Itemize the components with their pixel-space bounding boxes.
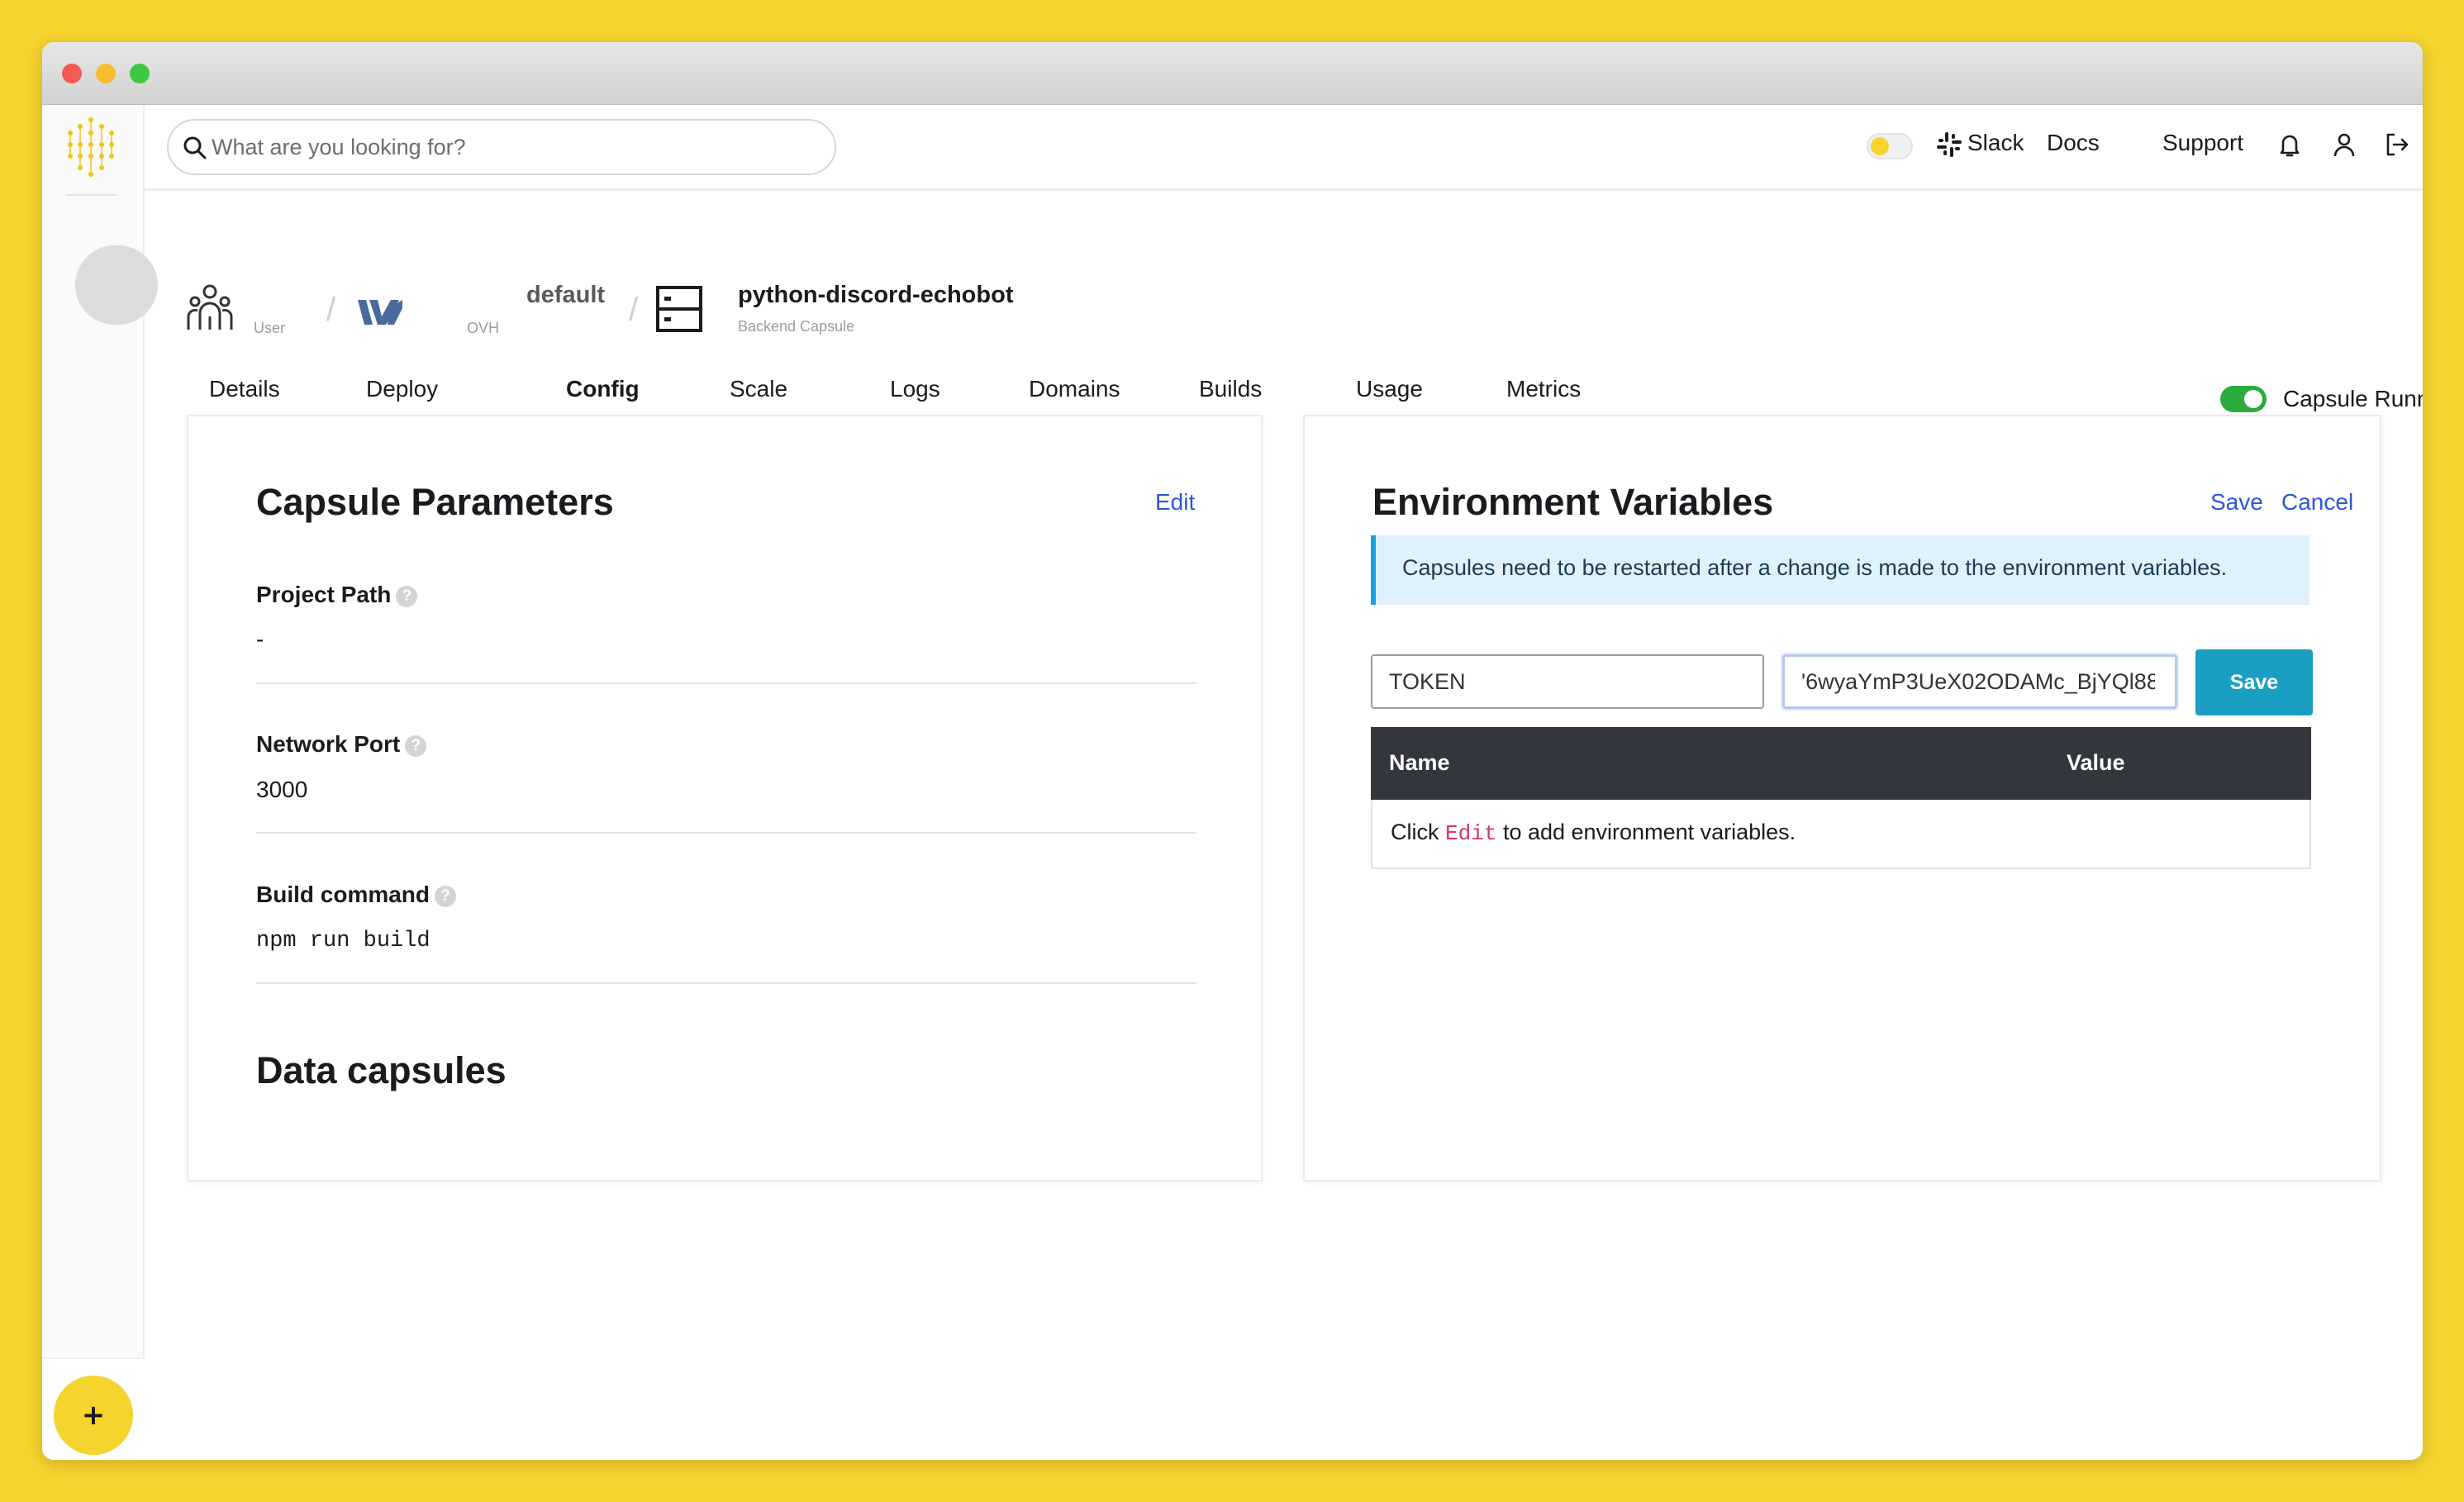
env-table: Name Value Click Edit to add environment…: [1371, 727, 2311, 869]
data-capsules-title: Data capsules: [256, 1049, 507, 1091]
server-icon: [656, 286, 702, 332]
network-port-label: Network Port?: [256, 731, 427, 758]
breadcrumb-user-label: User: [254, 320, 286, 336]
search-icon: [183, 136, 207, 159]
restart-notice-text: Capsules need to be restarted after a ch…: [1402, 555, 2228, 580]
tab-builds[interactable]: Builds: [1199, 376, 1262, 402]
ovh-logo-icon[interactable]: [356, 297, 404, 330]
cancel-env-link[interactable]: Cancel: [2281, 489, 2353, 516]
tab-deploy[interactable]: Deploy: [366, 376, 438, 402]
build-command-label-text: Build command: [256, 882, 430, 907]
tab-config[interactable]: Config: [566, 376, 640, 402]
capsule-running-toggle[interactable]: [2220, 386, 2267, 412]
team-icon[interactable]: [186, 283, 234, 333]
add-capsule-button[interactable]: +: [54, 1376, 133, 1455]
help-icon[interactable]: ?: [405, 735, 427, 757]
app-logo-icon[interactable]: [64, 116, 118, 178]
breadcrumb-cluster-label: OVH: [467, 320, 500, 336]
capsule-status-label: Capsule Running: [2283, 386, 2423, 411]
build-command-value: npm run build: [256, 929, 430, 953]
capsule-name: python-discord-echobot: [738, 282, 1014, 308]
app-window: + Slack Docs Support: [42, 42, 2423, 1460]
running-toggle-knob: [2244, 390, 2262, 408]
save-env-button[interactable]: Save: [2195, 649, 2313, 715]
search-box[interactable]: [167, 119, 836, 175]
divider: [256, 832, 1196, 834]
logout-icon[interactable]: [2382, 130, 2412, 159]
save-env-link[interactable]: Save: [2210, 489, 2263, 516]
project-path-label-text: Project Path: [256, 582, 392, 607]
maximize-window-button[interactable]: [130, 64, 150, 83]
slack-link[interactable]: Slack: [1967, 130, 2024, 156]
tab-logs[interactable]: Logs: [890, 376, 940, 402]
help-icon[interactable]: ?: [435, 886, 457, 907]
env-column-value: Value: [2067, 750, 2125, 775]
empty-edit-code: Edit: [1445, 821, 1497, 846]
breadcrumb-separator: /: [326, 292, 336, 328]
env-empty-message: Click Edit to add environment variables.: [1391, 820, 1796, 846]
capsule-parameters-title: Capsule Parameters: [256, 481, 614, 523]
network-port-value: 3000: [256, 777, 308, 802]
env-table-empty-row: Click Edit to add environment variables.: [1371, 800, 2311, 869]
bell-icon[interactable]: [2275, 130, 2305, 159]
network-port-label-text: Network Port: [256, 731, 401, 757]
tab-domains[interactable]: Domains: [1029, 376, 1120, 402]
minimize-window-button[interactable]: [96, 64, 116, 83]
user-icon[interactable]: [2329, 130, 2359, 159]
breadcrumb-project[interactable]: default: [526, 282, 605, 309]
project-path-value: -: [256, 626, 264, 652]
empty-prefix: Click: [1391, 820, 1439, 844]
divider: [256, 982, 1196, 984]
docs-link[interactable]: Docs: [2047, 130, 2100, 156]
slack-icon[interactable]: [1934, 130, 1964, 159]
restart-notice: Capsules need to be restarted after a ch…: [1371, 535, 2309, 605]
divider: [256, 682, 1196, 684]
sidebar-capsule-pill[interactable]: [75, 245, 158, 325]
tab-usage[interactable]: Usage: [1356, 376, 1423, 402]
fab-area: +: [42, 1357, 145, 1460]
top-bar: Slack Docs Support: [145, 105, 2423, 191]
environment-variables-card: Environment Variables Save Cancel Capsul…: [1303, 415, 2381, 1181]
env-column-name: Name: [1389, 750, 1450, 775]
tab-scale[interactable]: Scale: [730, 376, 787, 402]
env-key-input[interactable]: [1371, 654, 1764, 709]
theme-toggle[interactable]: [1867, 133, 1913, 159]
search-input[interactable]: [212, 129, 806, 165]
tab-details[interactable]: Details: [209, 376, 280, 402]
env-value-input[interactable]: [1782, 654, 2177, 709]
empty-suffix: to add environment variables.: [1502, 820, 1796, 844]
breadcrumb-separator: /: [629, 292, 639, 328]
edit-parameters-link[interactable]: Edit: [1155, 489, 1195, 516]
tab-metrics[interactable]: Metrics: [1506, 376, 1581, 402]
environment-variables-title: Environment Variables: [1372, 481, 1774, 523]
capsule-type: Backend Capsule: [738, 318, 855, 335]
close-window-button[interactable]: [62, 64, 82, 83]
theme-toggle-knob: [1871, 137, 1889, 155]
window-titlebar: [42, 42, 2423, 105]
capsule-parameters-card: Capsule Parameters Edit Project Path? - …: [187, 415, 1263, 1181]
help-icon[interactable]: ?: [396, 586, 418, 607]
sidebar: +: [42, 105, 158, 1460]
sidebar-divider: [65, 194, 117, 196]
env-table-header: Name Value: [1371, 727, 2311, 800]
support-link[interactable]: Support: [2162, 130, 2243, 156]
build-command-label: Build command?: [256, 882, 457, 908]
project-path-label: Project Path?: [256, 582, 418, 608]
